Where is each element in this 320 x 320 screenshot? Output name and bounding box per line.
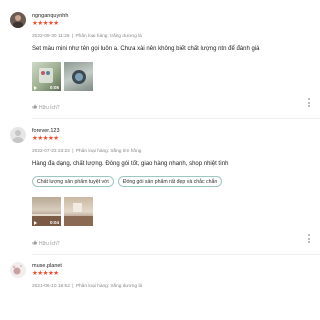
divider: [32, 254, 320, 255]
video-duration: 0:05: [49, 85, 59, 90]
video-duration: 0:04: [49, 220, 59, 225]
avatar[interactable]: [10, 12, 26, 28]
review-comment: Hàng đa dạng, chất lượng. Đóng gói tốt, …: [32, 161, 229, 167]
review-variation: Phân loại hàng: trắng tím hồng: [75, 149, 142, 154]
meta-separator: |: [72, 149, 74, 154]
review-comment: Set màu mini như tên gọi luôn a. Chưa xà…: [32, 46, 260, 52]
avatar[interactable]: [10, 127, 26, 143]
helpful-button[interactable]: Hữu Ích?: [32, 104, 60, 111]
review-video-thumbnail[interactable]: 0:05: [32, 62, 61, 91]
review-meta: 2022-07-23 23:22 | Phân loại hàng: trắng…: [32, 149, 141, 154]
helpful-button[interactable]: Hữu Ích?: [32, 240, 60, 247]
play-icon: [34, 86, 37, 90]
meta-separator: |: [72, 284, 74, 289]
rating-stars: ★★★★★: [32, 270, 59, 277]
play-icon: [34, 221, 37, 225]
helpful-label: Hữu Ích?: [39, 240, 60, 247]
review-variation: Phân loại hàng: trắng dương lá: [75, 284, 143, 289]
review-date: 2022-07-23 23:22: [32, 149, 70, 154]
review-variation: Phân loại hàng: trắng dương lá: [75, 34, 142, 39]
review-image-thumbnail[interactable]: [64, 62, 93, 91]
review-date: 2021-06-10 18:52: [32, 284, 70, 289]
review-tag: Đóng gói sản phẩm rất đẹp và chắc chắn: [117, 176, 223, 187]
review-date: 2022-09-30 11:26: [32, 34, 70, 39]
review-media: 0:04: [32, 197, 93, 226]
reviewer-name: forever.123: [32, 128, 60, 134]
review-tag: Chất lượng sản phẩm tuyệt vời: [32, 176, 114, 187]
helpful-label: Hữu Ích?: [39, 104, 60, 111]
review-image-thumbnail[interactable]: [64, 197, 93, 226]
review-meta: 2021-06-10 18:52 | Phân loại hàng: trắng…: [32, 284, 142, 289]
review-tags: Chất lượng sản phẩm tuyệt vời Đóng gói s…: [32, 176, 223, 187]
reviewer-name: muse.planet: [32, 263, 62, 269]
rating-stars: ★★★★★: [32, 135, 59, 142]
review-media: 0:05: [32, 62, 93, 91]
thumbs-up-icon: [32, 240, 37, 247]
divider: [32, 118, 320, 119]
avatar[interactable]: [10, 262, 26, 278]
review-meta: 2022-09-30 11:26 | Phân loại hàng: trắng…: [32, 34, 142, 39]
review-video-thumbnail[interactable]: 0:04: [32, 197, 61, 226]
more-options-icon[interactable]: [308, 98, 310, 107]
rating-stars: ★★★★★: [32, 20, 59, 27]
reviewer-name: ngnganquynhh: [32, 13, 69, 19]
more-options-icon[interactable]: [308, 234, 310, 243]
thumbs-up-icon: [32, 104, 37, 111]
meta-separator: |: [71, 34, 74, 39]
